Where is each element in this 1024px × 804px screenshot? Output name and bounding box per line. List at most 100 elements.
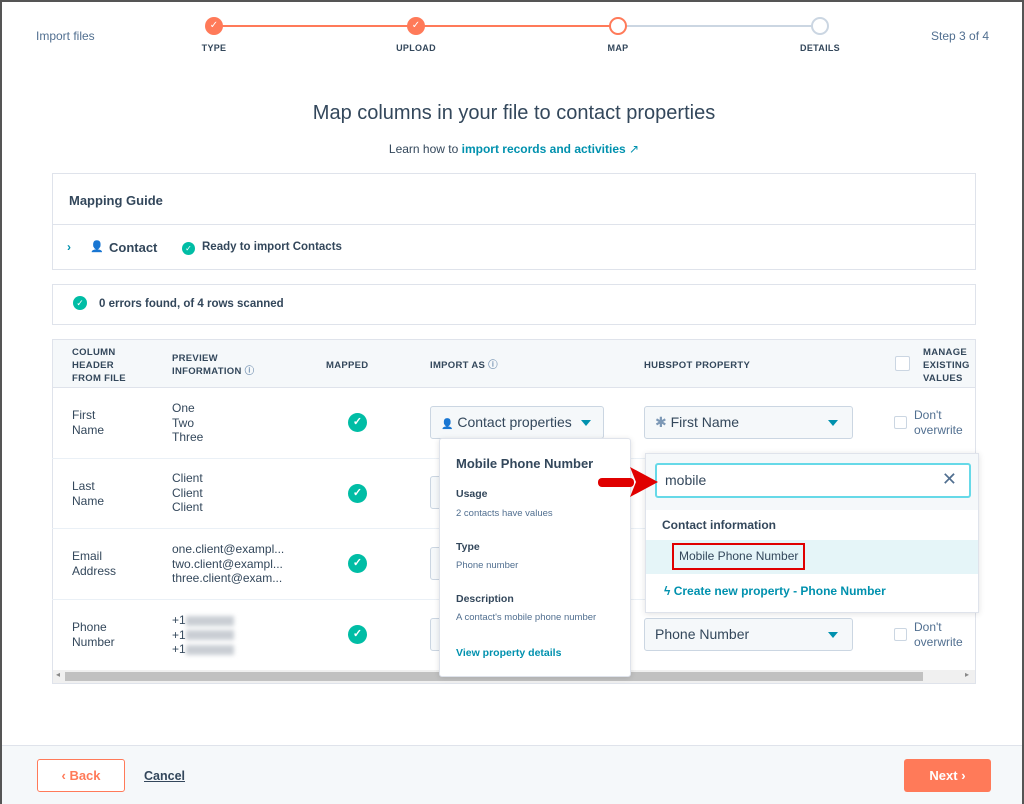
- info-icon[interactable]: ⓘ: [245, 366, 255, 377]
- cell-line: Don't: [914, 408, 942, 422]
- cell-line: three.client@exam...: [172, 571, 283, 585]
- th-line: HEADER: [72, 360, 114, 371]
- create-new-property-link[interactable]: ϟ Create new property - Phone Number: [664, 584, 886, 598]
- option-mobile-phone-number[interactable]: Mobile Phone Number: [646, 540, 978, 574]
- mapped-check-icon: ✓: [348, 625, 367, 644]
- column-header-cell: Email Address: [72, 549, 116, 578]
- th-line: VALUES: [923, 373, 963, 384]
- learn-prefix: Learn how to: [388, 142, 459, 156]
- dont-overwrite-checkbox[interactable]: [894, 628, 907, 641]
- scroll-left-arrow-icon[interactable]: ◂: [56, 670, 60, 679]
- cell-line: Address: [72, 563, 117, 578]
- preview-cell: Client Client Client: [172, 471, 203, 515]
- usage-label: Usage: [456, 488, 488, 500]
- th-mapped: MAPPED: [326, 360, 369, 371]
- lightning-icon: ϟ: [664, 584, 671, 598]
- cell-line: Phone: [72, 620, 107, 634]
- th-line: INFORMATION: [172, 366, 242, 377]
- property-dropdown: mobile ✕ Contact information Mobile Phon…: [645, 453, 979, 613]
- import-as-select[interactable]: 👤 Contact properties: [430, 406, 604, 439]
- dont-overwrite-checkbox[interactable]: [894, 416, 907, 429]
- property-value: Phone Number: [655, 626, 750, 642]
- column-header-cell: Phone Number: [72, 620, 115, 649]
- page-title: Map columns in your file to contact prop…: [312, 102, 716, 124]
- next-button[interactable]: Next ›: [904, 759, 991, 792]
- usage-value: 2 contacts have values: [456, 508, 553, 519]
- hubspot-property-select[interactable]: Phone Number: [644, 618, 853, 651]
- mapped-check-icon: ✓: [348, 413, 367, 432]
- caret-down-icon: [581, 420, 591, 426]
- property-search-input[interactable]: mobile ✕: [655, 463, 971, 498]
- step-map-current-icon: [609, 17, 627, 35]
- step-indicator: Step 3 of 4: [931, 29, 990, 43]
- cell-line: Last: [72, 479, 95, 493]
- cell-line: Name: [72, 493, 105, 508]
- caret-down-icon: [828, 420, 838, 426]
- dont-overwrite-label: Don't overwrite: [914, 408, 963, 437]
- th-preview: PREVIEW INFORMATION ⓘ: [172, 352, 254, 378]
- cell-line: Client: [172, 500, 203, 514]
- step-upload-label: UPLOAD: [396, 43, 436, 53]
- expand-chevron-icon[interactable]: ›: [67, 240, 71, 254]
- cancel-link[interactable]: Cancel: [144, 769, 185, 783]
- step-details-label: DETAILS: [800, 43, 840, 53]
- dont-overwrite-label: Don't overwrite: [914, 620, 963, 649]
- th-manage: MANAGE EXISTING VALUES: [923, 346, 975, 385]
- type-value: Phone number: [456, 560, 519, 571]
- stepper-line-todo: [618, 25, 820, 27]
- learn-link[interactable]: import records and activities: [462, 142, 626, 156]
- step-type-done-icon: ✓: [205, 17, 223, 35]
- mapping-guide-title: Mapping Guide: [69, 193, 163, 208]
- cell-line: Client: [172, 485, 203, 500]
- column-header-cell: Last Name: [72, 479, 104, 508]
- hubspot-property-select[interactable]: ✱ First Name: [644, 406, 853, 439]
- redacted: [185, 615, 234, 626]
- cell-line: two.client@exampl...: [172, 556, 283, 571]
- cell-line: overwrite: [914, 634, 963, 649]
- property-value: First Name: [670, 414, 740, 430]
- divider: [53, 224, 975, 225]
- mapped-check-icon: ✓: [348, 554, 367, 573]
- step-map-label: MAP: [607, 43, 629, 53]
- step-upload-done-icon: ✓: [407, 17, 425, 35]
- th-hubspot-property: HUBSPOT PROPERTY: [644, 360, 751, 371]
- th-line: FROM FILE: [72, 373, 126, 384]
- th-line: MANAGE: [923, 347, 968, 358]
- column-header-cell: First Name: [72, 408, 104, 437]
- import-files-title: Import files: [36, 29, 95, 43]
- description-label: Description: [456, 593, 514, 605]
- back-button[interactable]: ‹ Back: [37, 759, 125, 792]
- cell-line: First: [72, 408, 96, 422]
- create-label: Create new property - Phone Number: [673, 584, 886, 598]
- view-property-details-link[interactable]: View property details: [456, 647, 561, 659]
- redacted: [185, 630, 234, 641]
- ready-check-icon: ✓: [182, 242, 195, 255]
- guide-status: Ready to import Contacts: [202, 241, 342, 253]
- scroll-right-arrow-icon[interactable]: ▸: [965, 670, 969, 679]
- cell-line: Email: [72, 549, 103, 563]
- th-column-header: COLUMN HEADER FROM FILE: [72, 346, 126, 385]
- info-icon[interactable]: ⓘ: [488, 360, 498, 371]
- chevron-left-icon: ‹: [61, 768, 66, 783]
- popover-title: Mobile Phone Number: [456, 456, 594, 471]
- mapped-check-icon: ✓: [348, 484, 367, 503]
- cell-line: Name: [72, 422, 105, 437]
- th-text: IMPORT AS: [430, 360, 486, 371]
- clear-search-icon[interactable]: ✕: [942, 469, 957, 490]
- search-value: mobile: [665, 472, 707, 488]
- highlight-box: Mobile Phone Number: [672, 543, 806, 570]
- annotation-arrow-icon: [598, 467, 658, 497]
- manage-all-checkbox[interactable]: [895, 356, 910, 371]
- contact-person-icon: 👤: [90, 241, 104, 253]
- scan-result-card: ✓ 0 errors found, of 4 rows scanned: [52, 284, 976, 325]
- next-label: Next: [929, 768, 958, 783]
- scan-text: 0 errors found, of 4 rows scanned: [99, 298, 284, 310]
- cell-line: one.client@exampl...: [172, 542, 285, 556]
- cell-line: Client: [172, 471, 203, 485]
- cell-line: Don't: [914, 620, 942, 634]
- preview-cell: one.client@exampl... two.client@exampl...…: [172, 542, 284, 586]
- cell-line: overwrite: [914, 422, 963, 437]
- back-label: Back: [69, 768, 101, 783]
- mapping-guide-card: Mapping Guide › 👤 Contact ✓ Ready to imp…: [52, 173, 976, 270]
- cell-line: Number: [72, 634, 115, 649]
